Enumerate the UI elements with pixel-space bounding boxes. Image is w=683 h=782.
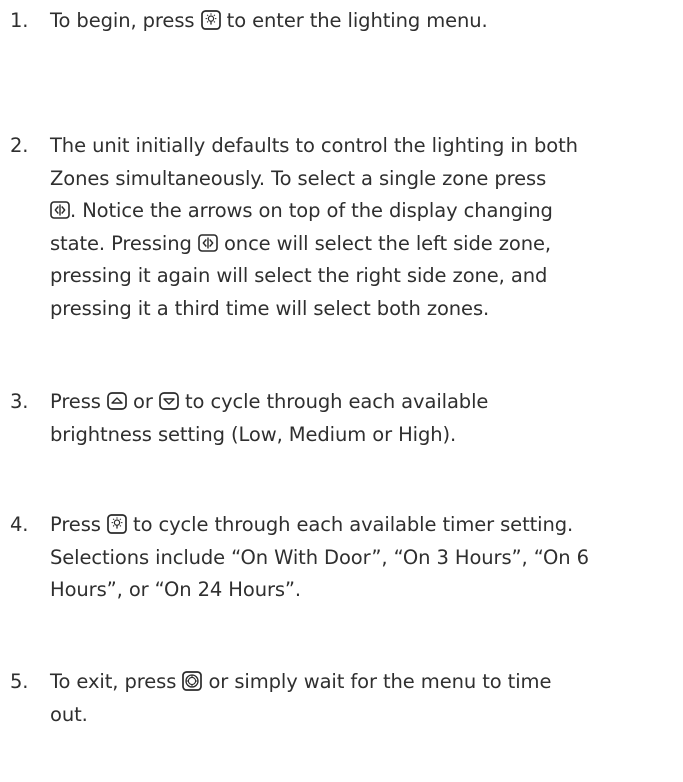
step-text: The unit initially defaults to control t… [50,134,578,157]
step-line: Hours”, or “On 24 Hours”. [10,574,682,607]
step-line: 4. Press to cycle through each available … [10,509,682,542]
step-text: Press [50,513,107,536]
step-text: Zones simultaneously. To select a single… [50,166,547,190]
step-line: state. Pressing once will select the lef… [10,228,682,261]
step-text: or simply wait for the menu to time [202,670,552,693]
light-bulb-icon [200,10,221,30]
step-text: To begin, press [50,9,201,32]
step-line: pressing it again will select the right … [10,260,682,293]
step-line: 1. To begin, press to enter the lighting … [10,5,682,38]
step-number: 4. [10,513,29,536]
step-line: 3. Press or to cycle through each availab… [10,386,682,419]
step-line: 5. To exit, press or simply wait for the … [10,666,682,699]
step-number: 1. [10,9,29,32]
step-text: to cycle through each available timer se… [126,513,574,536]
step-text: out. [50,702,88,726]
step-text: To exit, press [50,670,183,693]
step-5: 5. To exit, press or simply wait for the … [10,666,682,731]
step-text: . Notice the arrows on top of the displa… [70,199,553,222]
down-arrow-icon [159,391,179,411]
step-3: 3. Press or to cycle through each availab… [10,386,682,451]
step-text: to cycle through each available [178,390,489,413]
step-text: Hours”, or “On 24 Hours”. [50,578,302,601]
step-text: pressing it a third time will select bot… [50,296,490,320]
zone-select-icon [50,200,70,220]
step-line: brightness setting (Low, Medium or High)… [10,419,682,452]
up-arrow-icon [107,391,127,411]
step-text: to enter the lighting menu. [220,9,488,32]
instructions-document: 1. To begin, press to enter the lighting … [0,0,683,782]
step-1: 1. To begin, press to enter the lighting … [10,5,682,38]
step-text: Selections include “On With Door”, “On 3… [50,545,589,569]
step-2: 2. The unit initially defaults to control… [10,130,682,325]
step-line: out. [10,699,682,732]
step-number: 2. [10,134,29,157]
step-number: 3. [10,390,29,413]
step-text: once will select the left side zone, [217,231,551,255]
step-text: brightness setting (Low, Medium or High)… [50,422,457,446]
step-text: Press [50,390,107,413]
step-number: 5. [10,670,29,693]
step-line: . Notice the arrows on top of the displa… [10,195,682,228]
exit-button-icon [182,671,203,691]
step-text: state. Pressing [50,231,198,255]
step-text: or [126,390,159,413]
step-line: pressing it a third time will select bot… [10,293,682,326]
light-bulb-icon [107,514,127,534]
step-text: pressing it again will select the right … [50,264,548,287]
zone-select-icon [198,233,218,253]
step-line: Zones simultaneously. To select a single… [10,163,682,196]
step-line: 2. The unit initially defaults to control… [10,130,682,163]
step-4: 4. Press to cycle through each available … [10,509,682,607]
step-line: Selections include “On With Door”, “On 3… [10,542,682,575]
